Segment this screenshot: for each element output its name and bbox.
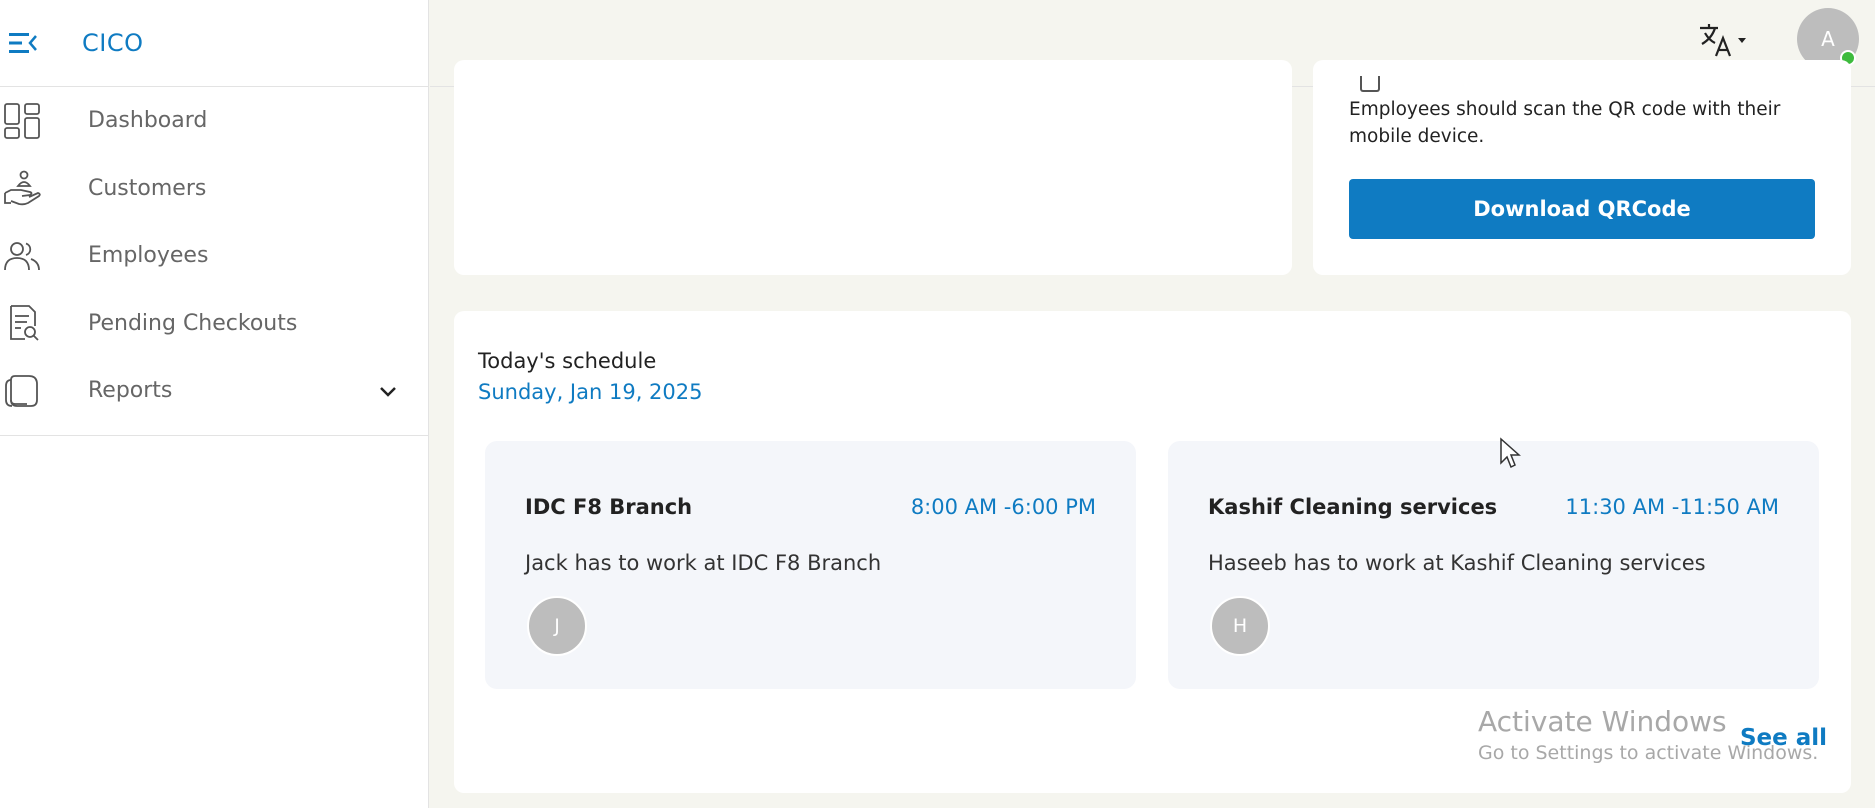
reports-icon xyxy=(2,371,42,411)
shift-time: 11:30 AM -11:50 AM xyxy=(1565,495,1779,519)
download-qrcode-button[interactable]: Download QRCode xyxy=(1349,179,1815,239)
qr-code-card: Employees should scan the QR code with t… xyxy=(1313,60,1851,275)
sidebar-item-label: Dashboard xyxy=(88,108,208,134)
employees-icon xyxy=(2,236,42,276)
dashboard-icon xyxy=(2,101,42,141)
sidebar-item-label: Reports xyxy=(88,378,173,404)
sidebar-nav: Dashboard Customers Employees Pending Ch… xyxy=(0,87,428,436)
sidebar-item-dashboard[interactable]: Dashboard xyxy=(0,87,428,155)
employee-avatar[interactable]: J xyxy=(527,596,587,656)
translate-icon xyxy=(1700,24,1746,57)
mouse-cursor-icon xyxy=(1500,437,1521,469)
brand-logo[interactable]: CICO xyxy=(82,29,143,57)
qr-code-icon xyxy=(1360,76,1380,92)
shift-card[interactable]: Kashif Cleaning services 11:30 AM -11:50… xyxy=(1168,441,1819,689)
language-selector[interactable] xyxy=(1698,22,1750,58)
shift-card[interactable]: IDC F8 Branch 8:00 AM -6:00 PM Jack has … xyxy=(485,441,1136,689)
sidebar-item-customers[interactable]: Customers xyxy=(0,155,428,223)
employee-avatar[interactable]: H xyxy=(1210,596,1270,656)
sidebar-item-label: Customers xyxy=(88,175,207,201)
chevron-down-icon[interactable] xyxy=(377,380,399,402)
shift-description: Jack has to work at IDC F8 Branch xyxy=(525,551,882,575)
sidebar-header: CICO xyxy=(0,0,428,87)
sidebar-item-label: Employees xyxy=(88,243,209,269)
shift-location: Kashif Cleaning services xyxy=(1208,495,1498,519)
sidebar-item-employees[interactable]: Employees xyxy=(0,222,428,290)
sidebar: CICO Dashboard Customers Employees Pendi… xyxy=(0,0,429,808)
pending-checkouts-icon xyxy=(2,303,42,343)
schedule-date: Sunday, Jan 19, 2025 xyxy=(478,380,703,404)
shift-time: 8:00 AM -6:00 PM xyxy=(910,495,1096,519)
schedule-title: Today's schedule xyxy=(478,349,657,373)
summary-card xyxy=(454,60,1292,275)
sidebar-item-pending-checkouts[interactable]: Pending Checkouts xyxy=(0,290,428,358)
shift-description: Haseeb has to work at Kashif Cleaning se… xyxy=(1208,551,1706,575)
shift-location: IDC F8 Branch xyxy=(525,495,693,519)
menu-collapse-icon[interactable] xyxy=(8,28,38,58)
sidebar-item-label: Pending Checkouts xyxy=(88,310,298,336)
qr-instruction: Employees should scan the QR code with t… xyxy=(1349,99,1781,147)
sidebar-item-reports[interactable]: Reports xyxy=(0,357,428,425)
see-all-link[interactable]: See all xyxy=(1740,725,1827,751)
schedule-card: Today's schedule Sunday, Jan 19, 2025 ID… xyxy=(454,311,1851,793)
customers-icon xyxy=(2,168,42,208)
